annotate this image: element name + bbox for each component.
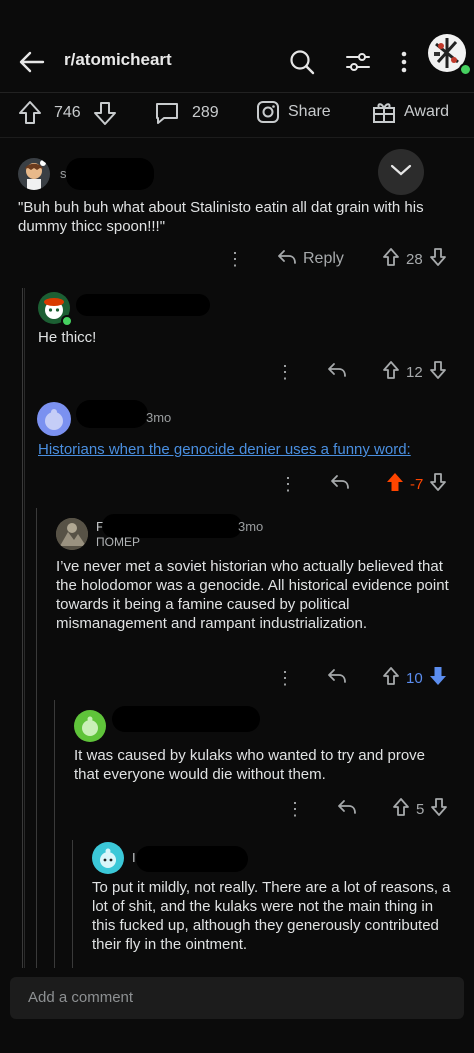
comment-score: -7 bbox=[410, 475, 424, 493]
online-status-dot bbox=[61, 315, 73, 327]
thread-line bbox=[24, 288, 25, 970]
redaction bbox=[112, 706, 260, 732]
downvote-icon[interactable] bbox=[93, 100, 117, 126]
downvote-icon[interactable] bbox=[429, 666, 447, 690]
comment-icon bbox=[154, 100, 180, 126]
share-button[interactable]: Share bbox=[256, 100, 331, 124]
chevron-down-icon bbox=[390, 163, 412, 181]
gift-icon bbox=[372, 100, 396, 124]
comment-age: 3mo bbox=[238, 519, 264, 534]
redaction bbox=[66, 158, 154, 190]
comment-score: 12 bbox=[406, 363, 423, 381]
upvote-icon[interactable] bbox=[382, 247, 400, 271]
upvote-icon[interactable] bbox=[392, 797, 410, 821]
reply-icon bbox=[330, 474, 350, 494]
comment-body: To put it mildly, not really. There are … bbox=[92, 879, 451, 953]
collapse-thread-button[interactable] bbox=[378, 149, 424, 195]
comment-actions: ⋮ bbox=[286, 798, 304, 820]
vote-group: 5 bbox=[392, 798, 448, 820]
post-score: 746 bbox=[54, 104, 81, 121]
avatar[interactable] bbox=[18, 158, 50, 190]
kebab-icon[interactable] bbox=[392, 46, 416, 78]
reply-button[interactable] bbox=[337, 799, 357, 819]
thread-line bbox=[72, 840, 73, 970]
thread-line bbox=[54, 700, 55, 970]
redaction bbox=[76, 400, 148, 428]
upvote-icon[interactable] bbox=[18, 100, 42, 126]
thread-line bbox=[22, 288, 23, 970]
reply-button[interactable] bbox=[330, 474, 350, 494]
avatar[interactable] bbox=[74, 710, 106, 742]
downvote-icon[interactable] bbox=[429, 247, 447, 271]
upvote-icon[interactable] bbox=[382, 360, 400, 384]
upvote-icon[interactable] bbox=[382, 666, 400, 690]
comment-count: 289 bbox=[192, 104, 219, 121]
thread-line bbox=[36, 508, 37, 970]
share-label: Share bbox=[288, 103, 331, 120]
comment-body: "Buh buh buh what about Stalinisto eatin… bbox=[18, 199, 424, 235]
comment-score: 10 bbox=[406, 669, 423, 687]
reply-icon bbox=[337, 799, 357, 819]
vote-group: -7 bbox=[386, 473, 447, 495]
vote-group: 12 bbox=[382, 361, 447, 383]
reply-button[interactable]: Reply bbox=[277, 248, 344, 270]
comment-body: It was caused by kulaks who wanted to tr… bbox=[74, 747, 426, 783]
arrow-left-icon[interactable] bbox=[16, 46, 48, 78]
downvote-icon[interactable] bbox=[429, 472, 447, 496]
reply-icon bbox=[277, 249, 297, 269]
award-button[interactable]: Award bbox=[372, 100, 449, 124]
comment-score: 28 bbox=[406, 250, 423, 268]
kebab-icon[interactable]: ⋮ bbox=[276, 668, 294, 689]
kebab-icon[interactable]: ⋮ bbox=[226, 249, 244, 270]
reply-icon bbox=[327, 362, 347, 382]
kebab-icon[interactable]: ⋮ bbox=[279, 474, 297, 495]
upvote-icon[interactable] bbox=[386, 472, 404, 496]
share-icon bbox=[256, 100, 280, 124]
award-label: Award bbox=[404, 103, 450, 120]
comment-body: He thicc! bbox=[38, 329, 97, 346]
online-status-dot bbox=[459, 63, 472, 76]
comment-actions: ⋮ bbox=[276, 667, 294, 689]
reply-button[interactable] bbox=[327, 362, 347, 382]
kebab-icon[interactable]: ⋮ bbox=[286, 799, 304, 820]
kebab-icon[interactable]: ⋮ bbox=[276, 362, 294, 383]
search-icon[interactable] bbox=[286, 46, 318, 78]
subreddit-title[interactable]: r/atomicheart bbox=[64, 50, 172, 70]
redaction bbox=[76, 294, 210, 316]
vote-group: 746 bbox=[18, 100, 117, 126]
reply-label: Reply bbox=[303, 250, 344, 267]
downvote-icon[interactable] bbox=[430, 797, 448, 821]
user-flair: ПОМЕР bbox=[96, 535, 140, 549]
comment-age: 3mo bbox=[146, 410, 172, 425]
comment-link[interactable]: Historians when the genocide denier uses… bbox=[38, 440, 458, 459]
redaction bbox=[136, 846, 248, 872]
sliders-icon[interactable] bbox=[342, 46, 374, 78]
comment-body: I’ve never met a soviet historian who ac… bbox=[56, 558, 449, 632]
comment-actions: ⋮ bbox=[226, 248, 244, 270]
comments-button[interactable]: 289 bbox=[154, 100, 219, 126]
add-comment-input[interactable]: Add a comment bbox=[10, 977, 464, 1019]
avatar[interactable] bbox=[56, 518, 88, 550]
avatar[interactable] bbox=[37, 402, 71, 436]
comment-actions: ⋮ bbox=[279, 473, 297, 495]
add-comment-placeholder: Add a comment bbox=[28, 989, 134, 1006]
vote-group: 10 bbox=[382, 667, 447, 689]
divider bbox=[0, 137, 474, 138]
reply-icon bbox=[327, 668, 347, 688]
downvote-icon[interactable] bbox=[429, 360, 447, 384]
reply-button[interactable] bbox=[327, 668, 347, 688]
vote-group: 28 bbox=[382, 248, 447, 270]
avatar[interactable] bbox=[92, 842, 124, 874]
comment-actions: ⋮ bbox=[276, 361, 294, 383]
comment-score: 5 bbox=[416, 800, 425, 818]
